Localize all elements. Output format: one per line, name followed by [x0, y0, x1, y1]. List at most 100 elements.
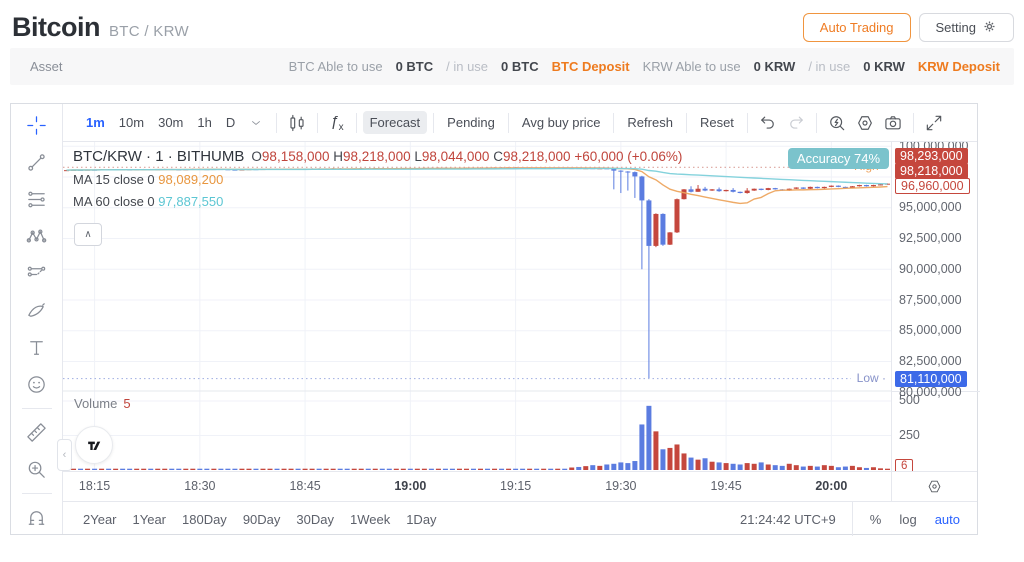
tool-zoom-in-icon[interactable] — [18, 451, 56, 488]
forecast-button[interactable]: Forecast — [363, 111, 428, 134]
percent-scale-button[interactable]: % — [863, 509, 889, 530]
auto-scale-button[interactable]: auto — [928, 509, 967, 530]
tool-ruler-icon[interactable] — [18, 414, 56, 451]
range-180day[interactable]: 180Day — [176, 509, 233, 530]
ma15-legend[interactable]: MA 15 close 0 98,089,200 — [73, 172, 682, 187]
legend-change: +60,000 (+0.06%) — [574, 149, 682, 164]
range-1day[interactable]: 1Day — [400, 509, 442, 530]
price-tick: 85,000,000 — [899, 323, 962, 337]
toolbar-divider — [433, 113, 434, 133]
tool-divider — [22, 408, 52, 409]
price-tick: 87,500,000 — [899, 293, 962, 307]
time-tick-1945: 19:45 — [710, 479, 741, 493]
log-scale-button[interactable]: log — [892, 509, 923, 530]
krw-deposit-link[interactable]: KRW Deposit — [918, 59, 1000, 74]
asset-bar: Asset BTC Able to use 0 BTC / in use 0 B… — [10, 48, 1014, 85]
auto-trading-label: Auto Trading — [820, 20, 894, 35]
krw-in-use-value: 0 KRW — [863, 59, 905, 74]
tool-xabcd-pattern-icon[interactable] — [18, 218, 56, 255]
time-tick-1830: 18:30 — [184, 479, 215, 493]
volume-legend: Volume5 — [74, 396, 131, 411]
refresh-button[interactable]: Refresh — [620, 111, 680, 134]
toolbar-divider — [508, 113, 509, 133]
toolbar-divider — [276, 113, 277, 133]
hexagon-settings-icon — [926, 478, 943, 495]
btc-in-use-label: / in use — [446, 59, 488, 74]
btc-able-label: BTC Able to use — [289, 59, 383, 74]
volume-legend-value: 5 — [123, 396, 130, 411]
krw-in-use-label: / in use — [808, 59, 850, 74]
asset-label: Asset — [30, 59, 63, 74]
tool-divider — [22, 493, 52, 494]
tool-trend-line-icon[interactable] — [18, 144, 56, 181]
range-30day[interactable]: 30Day — [290, 509, 340, 530]
last-price-label: 96,960,000 — [895, 178, 970, 194]
range-1week[interactable]: 1Week — [344, 509, 396, 530]
prev-close-price-label: 98,218,000 — [895, 163, 968, 179]
drawing-toolbar — [11, 104, 63, 534]
fullscreen-icon[interactable] — [920, 109, 948, 137]
ma60-legend[interactable]: MA 60 close 0 97,887,550 — [73, 194, 682, 209]
tool-brush-icon[interactable] — [18, 292, 56, 329]
chart-plot-area[interactable]: BTC/KRW · 1 · BITHUMB O98,158,000 H98,21… — [63, 142, 891, 471]
magnet-mode-icon[interactable] — [823, 109, 851, 137]
low-price-label: 81,110,000 — [895, 371, 967, 387]
interval-chevron-down-icon[interactable] — [242, 109, 270, 137]
range-1year[interactable]: 1Year — [127, 509, 173, 530]
accuracy-badge: Accuracy 74% — [788, 148, 889, 169]
undo-icon[interactable] — [754, 109, 782, 137]
btc-in-use-value: 0 BTC — [501, 59, 539, 74]
setting-button[interactable]: Setting — [919, 13, 1014, 42]
interval-D[interactable]: D — [219, 111, 242, 134]
toolbar-divider — [317, 113, 318, 133]
avg-buy-price-button[interactable]: Avg buy price — [515, 111, 608, 134]
interval-1h[interactable]: 1h — [190, 111, 218, 134]
tool-text-icon[interactable] — [18, 329, 56, 366]
setting-label: Setting — [936, 20, 976, 35]
candle-style-icon[interactable] — [283, 109, 311, 137]
price-tick: 82,500,000 — [899, 354, 962, 368]
tool-emoji-icon[interactable] — [18, 366, 56, 403]
legend-collapse-button[interactable]: ∧ — [74, 223, 102, 246]
chart-settings-icon[interactable] — [851, 109, 879, 137]
btc-deposit-link[interactable]: BTC Deposit — [552, 59, 630, 74]
range-2year[interactable]: 2Year — [77, 509, 123, 530]
time-axis-settings[interactable] — [891, 472, 977, 501]
toolbar-divider — [686, 113, 687, 133]
tool-projection-icon[interactable] — [18, 255, 56, 292]
time-tick-1915: 19:15 — [500, 479, 531, 493]
trading-pair-label: BTC / KRW — [109, 23, 189, 40]
interval-1m[interactable]: 1m — [79, 111, 112, 134]
pending-button[interactable]: Pending — [440, 111, 502, 134]
redo-icon[interactable] — [782, 109, 810, 137]
time-axis[interactable]: 18:1518:3018:4519:0019:1519:3019:4520:00 — [63, 471, 977, 501]
tool-magnet-icon[interactable] — [18, 499, 56, 534]
session-low-marker: Low · — [857, 371, 886, 385]
toolbar-divider — [913, 113, 914, 133]
volume-tick-250: 250 — [899, 428, 920, 442]
interval-30m[interactable]: 30m — [151, 111, 190, 134]
tool-fib-retracement-icon[interactable] — [18, 181, 56, 218]
price-axis[interactable]: 98,293,000 98,218,000 96,960,000 81,110,… — [891, 142, 980, 471]
range-selector: 2Year1Year180Day90Day30Day1Week1Day — [77, 509, 443, 530]
sidebar-collapse-handle[interactable]: ‹ — [57, 439, 72, 471]
reset-button[interactable]: Reset — [693, 111, 741, 134]
krw-able-label: KRW Able to use — [643, 59, 741, 74]
volume-series — [64, 406, 890, 470]
gear-icon — [982, 19, 997, 37]
price-tick: 90,000,000 — [899, 262, 962, 276]
range-90day[interactable]: 90Day — [237, 509, 287, 530]
high-price-label: 98,293,000 — [895, 148, 968, 164]
interval-10m[interactable]: 10m — [112, 111, 151, 134]
legend-symbol[interactable]: BTC/KRW · 1 · BITHUMB — [73, 148, 244, 165]
tool-crosshair-icon[interactable] — [18, 107, 56, 144]
snapshot-camera-icon[interactable] — [879, 109, 907, 137]
tradingview-logo[interactable] — [75, 426, 113, 464]
indicators-fx-icon[interactable]: ƒx — [324, 113, 349, 133]
toolbar-divider — [356, 113, 357, 133]
toolbar-divider — [816, 113, 817, 133]
top-header: Bitcoin BTC / KRW Auto Trading Setting — [10, 10, 1014, 46]
page-title: Bitcoin — [12, 12, 100, 43]
interval-group: 1m10m30m1hD — [79, 111, 242, 134]
auto-trading-button[interactable]: Auto Trading — [803, 13, 911, 42]
